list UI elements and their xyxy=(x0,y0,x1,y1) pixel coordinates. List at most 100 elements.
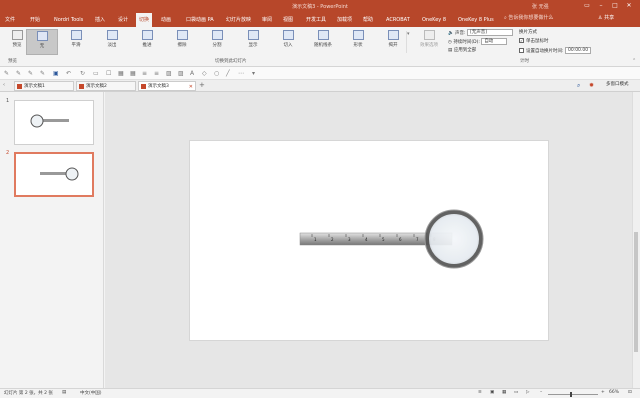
menu-help[interactable]: 帮助 xyxy=(363,13,373,27)
random-bars-icon xyxy=(317,30,329,40)
doc-tab-label: 演示文稿2 xyxy=(86,84,107,89)
transition-random-bars[interactable]: 随机线条 xyxy=(308,29,338,55)
doc-tab-2[interactable]: 演示文稿2 xyxy=(76,81,136,91)
menu-acrobat[interactable]: ACROBAT xyxy=(386,13,410,27)
redo-icon[interactable]: ↻ xyxy=(80,70,85,77)
customize-icon[interactable]: ▾ xyxy=(252,70,255,77)
minimize-icon[interactable]: – xyxy=(594,1,608,10)
check-icon: ✓ xyxy=(519,38,524,43)
slide-thumbnail-1[interactable] xyxy=(14,100,94,145)
menu-design[interactable]: 设计 xyxy=(118,13,128,27)
search-icon[interactable]: ⌕ xyxy=(577,82,580,90)
close-icon[interactable]: ✕ xyxy=(622,1,636,10)
user-name[interactable]: 张 无强 xyxy=(532,3,549,10)
tell-me-search[interactable]: ⌕ 告诉我你想要做什么 xyxy=(504,14,553,21)
close-tab-icon[interactable]: ✕ xyxy=(189,82,193,92)
slideshow-view-icon[interactable]: ▷ xyxy=(526,390,529,395)
pen-icon[interactable]: ✎ xyxy=(28,70,33,77)
transition-uncover[interactable]: 揭开 xyxy=(378,29,408,55)
menu-slideshow[interactable]: 幻灯片放映 xyxy=(226,13,251,27)
menu-addins[interactable]: 加载项 xyxy=(337,13,352,27)
menu-developer[interactable]: 开发工具 xyxy=(306,13,326,27)
layout-icon[interactable]: ▦ xyxy=(118,70,124,77)
transition-label: 平滑 xyxy=(71,43,81,48)
on-click-checkbox[interactable]: ✓ 单击鼠标时 xyxy=(519,38,549,44)
menu-review[interactable]: 审阅 xyxy=(262,13,272,27)
slide-count-status: 幻灯片 第 2 张，共 2 张 xyxy=(4,391,53,396)
ribbon-display-icon[interactable]: ▭ xyxy=(580,1,594,10)
more-icon[interactable]: ⋯ xyxy=(238,70,244,77)
gallery-scroll[interactable]: ▾ xyxy=(406,31,411,53)
menu-onekey8[interactable]: OneKey 8 xyxy=(422,13,446,27)
collapse-ribbon-icon[interactable]: ⌃ xyxy=(632,58,636,64)
chevron-left-icon[interactable]: ‹ xyxy=(3,82,5,88)
transition-reveal[interactable]: 显示 xyxy=(238,29,268,55)
maximize-icon[interactable]: □ xyxy=(608,1,622,10)
image-icon[interactable]: ▨ xyxy=(178,70,184,77)
scrollbar-thumb[interactable] xyxy=(634,232,638,352)
pen-icon[interactable]: ✎ xyxy=(4,70,9,77)
touch-mode-icon[interactable]: ☐ xyxy=(106,70,111,77)
normal-view-icon[interactable]: ▣ xyxy=(490,390,494,395)
gear-icon[interactable]: ✹ xyxy=(589,82,594,89)
zoom-in-icon[interactable]: + xyxy=(601,390,605,395)
menu-file[interactable]: 文件 xyxy=(5,13,15,27)
notes-icon[interactable]: ≡ xyxy=(478,390,482,395)
zoom-out-icon[interactable]: – xyxy=(540,390,542,395)
shape-icon[interactable]: ◇ xyxy=(202,70,207,77)
apply-all-button[interactable]: ▤ 应用到全部 xyxy=(448,47,476,53)
layout-icon[interactable]: ▦ xyxy=(130,70,136,77)
zoom-level[interactable]: 66% xyxy=(609,390,619,395)
apply-all-icon: ▤ xyxy=(448,48,453,53)
menu-nordri[interactable]: Nordri Tools xyxy=(54,13,83,27)
pen-icon[interactable]: ✎ xyxy=(16,70,21,77)
fit-slide-icon[interactable]: ⊡ xyxy=(628,390,632,395)
transition-wipe[interactable]: 擦除 xyxy=(167,29,197,55)
transition-shape[interactable]: 形状 xyxy=(343,29,373,55)
transition-none[interactable]: 无 xyxy=(26,29,58,55)
menu-insert[interactable]: 插入 xyxy=(95,13,105,27)
after-time-input[interactable]: 00:00.00 xyxy=(564,47,591,54)
line-icon[interactable]: ╱ xyxy=(226,70,230,77)
spellcheck-icon[interactable]: ▤ xyxy=(62,390,66,395)
undo-icon[interactable]: ↶ xyxy=(66,70,71,77)
align-icon[interactable]: ≡ xyxy=(154,70,159,77)
split-icon xyxy=(211,30,223,40)
sound-select[interactable]: [无声音] xyxy=(467,29,514,36)
share-button[interactable]: ♙ 共享 xyxy=(598,14,614,21)
transition-label: 擦除 xyxy=(177,43,187,48)
current-slide[interactable]: 12345678 xyxy=(189,140,549,341)
language-status[interactable]: 中文(中国) xyxy=(80,390,102,396)
menu-pocket-animation[interactable]: 口袋动画 PA xyxy=(186,13,214,27)
menu-onekey8plus[interactable]: OneKey 8 Plus xyxy=(458,13,494,27)
start-show-icon[interactable]: ▭ xyxy=(93,70,99,77)
zoom-slider[interactable] xyxy=(548,394,598,395)
after-checkbox[interactable]: 设置自动换片时间: 00:00.00 xyxy=(519,47,591,54)
reading-view-icon[interactable]: ▭ xyxy=(514,390,518,395)
menu-animations[interactable]: 动画 xyxy=(161,13,171,27)
save-icon[interactable]: ▣ xyxy=(53,70,59,77)
align-icon[interactable]: ≡ xyxy=(142,70,147,77)
pen-icon[interactable]: ✎ xyxy=(40,70,45,77)
transition-cut[interactable]: 切入 xyxy=(273,29,303,55)
transition-split[interactable]: 分割 xyxy=(202,29,232,55)
menu-transitions[interactable]: 切换 xyxy=(136,13,153,27)
doc-tab-3[interactable]: 演示文稿3 ✕ xyxy=(138,81,196,91)
menu-view[interactable]: 视图 xyxy=(283,13,293,27)
sorter-view-icon[interactable]: ▦ xyxy=(502,390,506,395)
transition-push[interactable]: 推进 xyxy=(132,29,162,55)
zoom-slider-handle[interactable] xyxy=(570,392,572,397)
multi-window-toggle[interactable]: 多窗口模式 xyxy=(606,81,629,87)
duration-input[interactable]: 自动 xyxy=(481,38,508,45)
shape-icon[interactable]: ○ xyxy=(214,70,219,77)
menu-home[interactable]: 开始 xyxy=(30,13,40,27)
transition-morph[interactable]: 平滑 xyxy=(61,29,91,55)
transition-fade[interactable]: 淡出 xyxy=(97,29,127,55)
slide-thumbnail-2[interactable] xyxy=(14,152,94,197)
text-icon[interactable]: A xyxy=(190,70,194,77)
image-icon[interactable]: ▨ xyxy=(166,70,172,77)
effect-options-button[interactable]: 效果选项 xyxy=(414,29,444,55)
ppt-icon xyxy=(79,84,84,89)
doc-tab-1[interactable]: 演示文稿1 xyxy=(14,81,74,91)
new-tab-icon[interactable]: + xyxy=(199,81,205,89)
